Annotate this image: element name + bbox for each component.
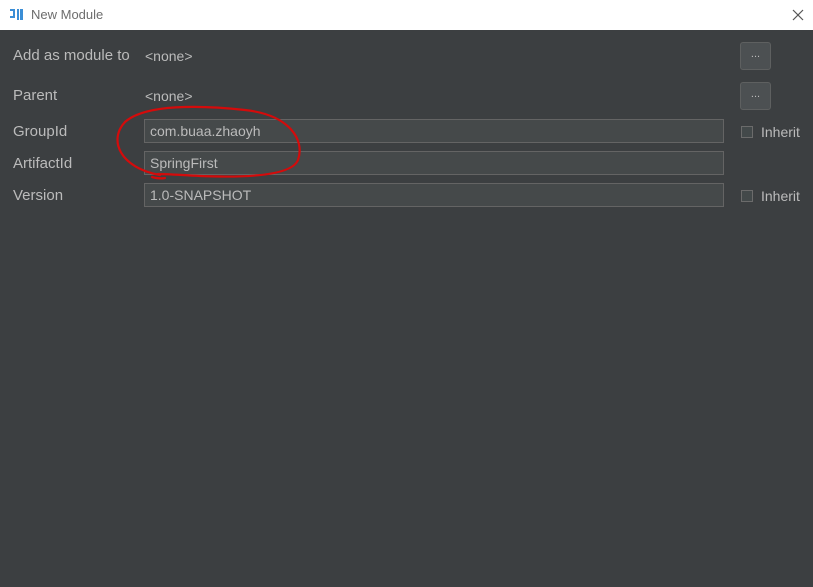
checkbox-box[interactable]	[741, 126, 753, 138]
window-title: New Module	[31, 7, 104, 22]
add-as-module-to-label: Add as module to	[13, 47, 130, 64]
add-as-module-to-value: <none>	[145, 48, 193, 64]
add-as-module-to-browse-button[interactable]: ...	[740, 42, 771, 70]
version-inherit-checkbox[interactable]: Inherit	[741, 188, 800, 204]
checkbox-box[interactable]	[741, 190, 753, 202]
title-bar: New Module	[0, 0, 813, 30]
close-icon	[792, 9, 804, 21]
version-label: Version	[13, 187, 64, 204]
parent-browse-button[interactable]: ...	[740, 82, 771, 110]
close-button[interactable]	[783, 0, 813, 30]
version-field[interactable]	[144, 183, 724, 207]
intellij-app-icon	[9, 7, 24, 22]
group-id-inherit-checkbox[interactable]: Inherit	[741, 124, 800, 140]
artifact-id-label: ArtifactId	[13, 155, 73, 172]
group-id-field[interactable]	[144, 119, 724, 143]
parent-value: <none>	[145, 88, 193, 104]
group-id-label: GroupId	[13, 123, 68, 140]
artifact-id-field[interactable]	[144, 151, 724, 175]
parent-label: Parent	[13, 87, 58, 104]
new-module-dialog: New Module Add as module to <none> ... P…	[0, 0, 813, 587]
version-inherit-label: Inherit	[761, 188, 800, 204]
group-id-inherit-label: Inherit	[761, 124, 800, 140]
red-circle-annotation	[116, 105, 301, 180]
